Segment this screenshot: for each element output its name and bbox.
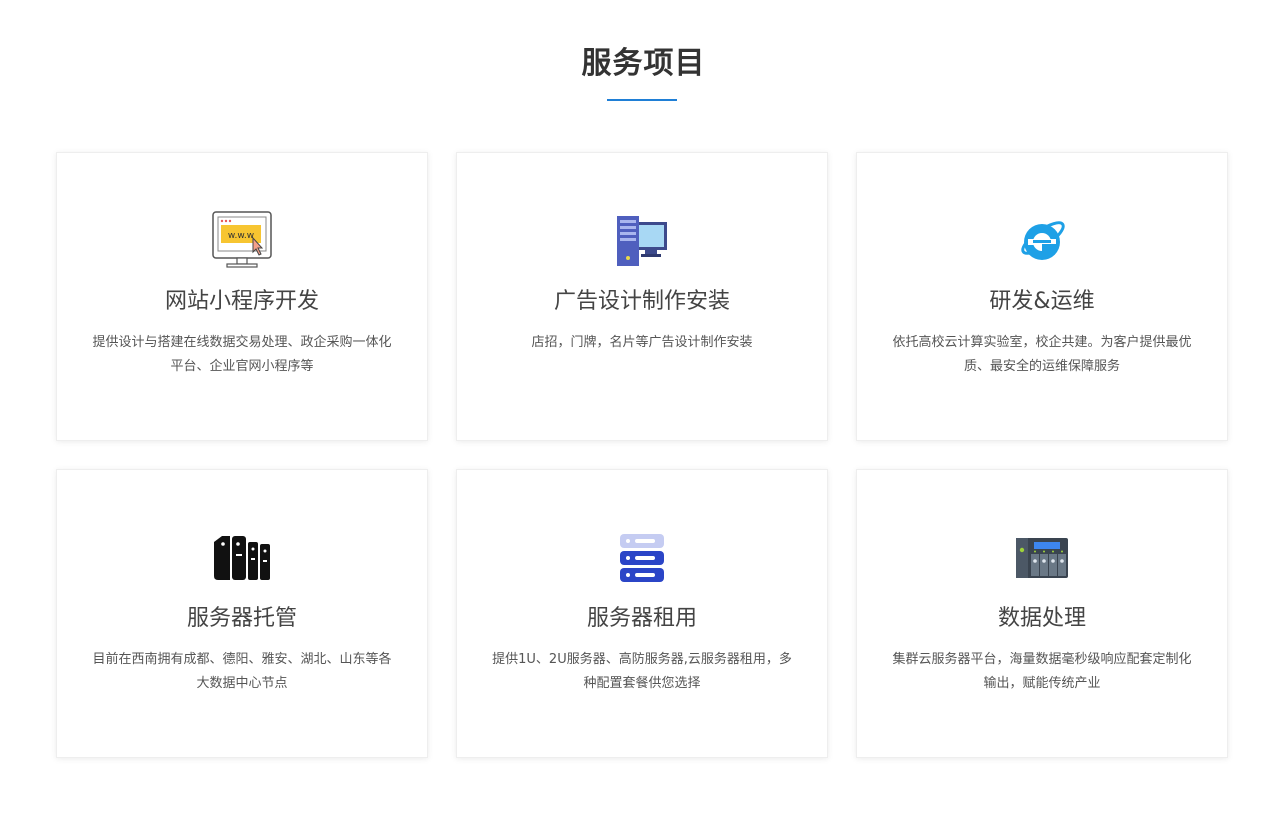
card-title: 广告设计制作安装 [553, 289, 730, 314]
card-title: 服务器托管 [186, 606, 297, 631]
server-stack-icon [457, 524, 827, 592]
card-title: 研发&运维 [989, 289, 1095, 314]
card-description: 提供设计与搭建在线数据交易处理、政企采购一体化平台、企业官网小程序等 [92, 335, 392, 374]
card-description: 目前在西南拥有成都、德阳、雅安、湖北、山东等各大数据中心节点 [92, 652, 392, 691]
service-card-web-dev[interactable]: w.w.w 网站小程序开发 提供设计与搭建在线数据交易处理、政企采购一体化平台、… [56, 152, 428, 441]
ie-browser-icon [857, 207, 1227, 275]
card-description: 依托高校云计算实验室，校企共建。为客户提供最优质、最安全的运维保障服务 [892, 335, 1192, 374]
desktop-computer-icon [457, 207, 827, 275]
card-title: 数据处理 [997, 606, 1086, 631]
card-title: 网站小程序开发 [164, 289, 319, 314]
service-card-rental[interactable]: 服务器租用 提供1U、2U服务器、高防服务器,云服务器租用，多种配置套餐供您选择 [456, 469, 828, 758]
www-monitor-icon: w.w.w [57, 207, 427, 275]
service-card-data-processing[interactable]: 数据处理 集群云服务器平台，海量数据毫秒级响应配套定制化输出，赋能传统产业 [856, 469, 1228, 758]
server-racks-icon [57, 524, 427, 592]
service-card-rnd-ops[interactable]: 研发&运维 依托高校云计算实验室，校企共建。为客户提供最优质、最安全的运维保障服… [856, 152, 1228, 441]
services-grid: w.w.w 网站小程序开发 提供设计与搭建在线数据交易处理、政企采购一体化平台、… [56, 152, 1228, 758]
nas-storage-icon [857, 524, 1227, 592]
card-description: 集群云服务器平台，海量数据毫秒级响应配套定制化输出，赋能传统产业 [892, 652, 1192, 691]
card-title: 服务器租用 [586, 606, 697, 631]
service-card-hosting[interactable]: 服务器托管 目前在西南拥有成都、德阳、雅安、湖北、山东等各大数据中心节点 [56, 469, 428, 758]
svg-text:w.w.w: w.w.w [228, 231, 254, 241]
card-description: 提供1U、2U服务器、高防服务器,云服务器租用，多种配置套餐供您选择 [492, 652, 792, 691]
card-description: 店招，门牌，名片等广告设计制作安装 [531, 335, 753, 350]
section-title: 服务项目 [581, 46, 706, 81]
service-card-ad-design[interactable]: 广告设计制作安装 店招，门牌，名片等广告设计制作安装 [456, 152, 828, 441]
title-underline [607, 99, 677, 101]
